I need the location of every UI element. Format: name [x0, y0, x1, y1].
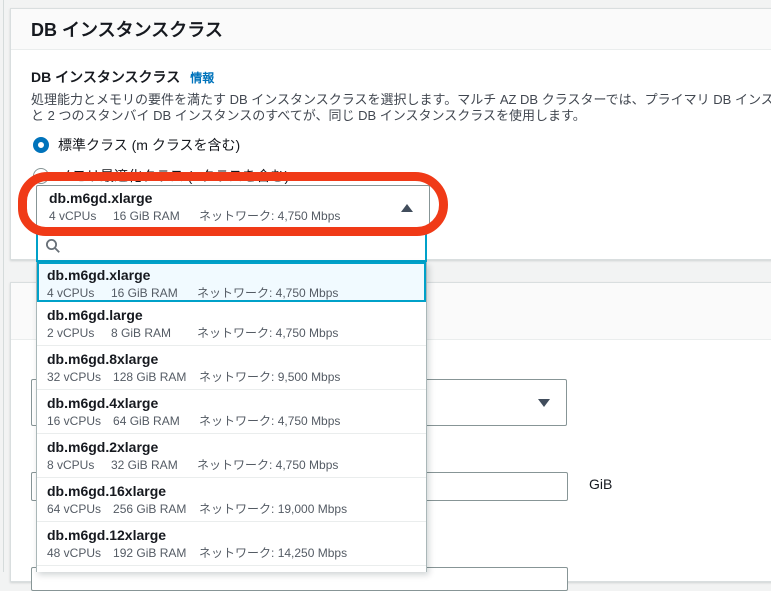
card-body: DB インスタンスクラス 情報 処理能力とメモリの要件を満たす DB インスタン…	[11, 50, 771, 186]
ram-value: 32 GiB RAM	[111, 458, 178, 472]
instance-class-search[interactable]	[36, 229, 427, 262]
radio-button-icon[interactable]	[33, 137, 49, 153]
list-item[interactable]: db.m6gd.2xlarge 8 vCPUs 32 GiB RAM ネットワー…	[37, 434, 426, 478]
instance-name: db.m6gd.16xlarge	[47, 483, 167, 499]
chevron-up-icon	[401, 204, 413, 212]
radio-standard-classes[interactable]: 標準クラス (m クラスを含む)	[31, 135, 759, 155]
network-value: ネットワーク: 4,750 Mbps	[197, 286, 339, 300]
ram-value: 8 GiB RAM	[111, 326, 172, 340]
selected-instance-name: db.m6gd.xlarge	[49, 190, 153, 206]
description-line-1: 処理能力とメモリの要件を満たす DB インスタンスクラスを選択します。マルチ A…	[31, 92, 771, 107]
vcpus-value: 8 vCPUs	[47, 458, 95, 472]
ram-value: 16 GiB RAM	[113, 209, 180, 223]
vcpus-value: 2 vCPUs	[47, 326, 95, 340]
instance-class-search-input[interactable]	[67, 236, 418, 255]
content-pane-edge	[3, 0, 4, 572]
list-item[interactable]: db.m6gd.large 2 vCPUs 8 GiB RAM ネットワーク: …	[37, 302, 426, 346]
ram-value: 256 GiB RAM	[113, 502, 187, 516]
instance-name: db.m6gd.12xlarge	[47, 527, 167, 543]
network-value: ネットワーク: 4,750 Mbps	[199, 209, 341, 223]
network-value: ネットワーク: 4,750 Mbps	[197, 326, 339, 340]
gib-unit-label: GiB	[589, 476, 613, 492]
vcpus-value: 32 vCPUs	[47, 370, 102, 384]
ram-value: 16 GiB RAM	[111, 286, 178, 300]
info-link[interactable]: 情報	[190, 69, 214, 86]
card-title: DB インスタンスクラス	[31, 20, 223, 40]
instance-name: db.m6gd.4xlarge	[47, 395, 159, 411]
radio-memory-optimized-classes[interactable]: メモリ最適化クラス (r クラスを含む)	[31, 166, 759, 186]
vcpus-value: 16 vCPUs	[47, 414, 102, 428]
instance-name: db.m6gd.8xlarge	[47, 351, 159, 367]
search-icon	[46, 238, 60, 253]
instance-specs: 16 vCPUs 64 GiB RAM ネットワーク: 4,750 Mbps	[47, 414, 416, 429]
card-header: DB インスタンスクラス	[11, 9, 771, 50]
field-label: DB インスタンスクラス	[31, 69, 181, 85]
radio-label: メモリ最適化クラス (r クラスを含む)	[58, 168, 290, 184]
instance-class-listbox: db.m6gd.xlarge 4 vCPUs 16 GiB RAM ネットワーク…	[36, 262, 427, 572]
vcpus-value: 48 vCPUs	[47, 546, 102, 560]
network-value: ネットワーク: 4,750 Mbps	[197, 458, 339, 472]
vcpus-value: 4 vCPUs	[47, 286, 95, 300]
vcpus-value: 64 vCPUs	[47, 502, 102, 516]
field-description: 処理能力とメモリの要件を満たす DB インスタンスクラスを選択します。マルチ A…	[31, 92, 771, 124]
instance-specs: 8 vCPUs 32 GiB RAM ネットワーク: 4,750 Mbps	[47, 458, 416, 473]
radio-button-icon[interactable]	[33, 168, 49, 184]
network-value: ネットワーク: 19,000 Mbps	[199, 502, 348, 516]
instance-specs: 4 vCPUs 16 GiB RAM ネットワーク: 4,750 Mbps	[47, 286, 416, 301]
instance-specs: 64 vCPUs 256 GiB RAM ネットワーク: 19,000 Mbps	[47, 502, 416, 517]
network-value: ネットワーク: 14,250 Mbps	[199, 546, 348, 560]
instance-name: db.m6gd.2xlarge	[47, 439, 159, 455]
field-label-row: DB インスタンスクラス 情報	[31, 67, 759, 87]
vcpus-value: 4 vCPUs	[49, 209, 97, 223]
chevron-down-icon	[538, 399, 550, 407]
list-item[interactable]: db.m6gd.12xlarge 48 vCPUs 192 GiB RAM ネッ…	[37, 522, 426, 566]
selected-instance-specs: 4 vCPUs 16 GiB RAM ネットワーク: 4,750 Mbps	[49, 209, 417, 224]
ram-value: 128 GiB RAM	[113, 370, 187, 384]
network-value: ネットワーク: 9,500 Mbps	[199, 370, 341, 384]
ram-value: 192 GiB RAM	[113, 546, 187, 560]
list-item[interactable]: db.m6gd.xlarge 4 vCPUs 16 GiB RAM ネットワーク…	[37, 262, 426, 302]
ram-value: 64 GiB RAM	[113, 414, 180, 428]
instance-specs: 48 vCPUs 192 GiB RAM ネットワーク: 14,250 Mbps	[47, 546, 416, 561]
list-item[interactable]: db.m6gd.4xlarge 16 vCPUs 64 GiB RAM ネットワ…	[37, 390, 426, 434]
instance-specs: 2 vCPUs 8 GiB RAM ネットワーク: 4,750 Mbps	[47, 326, 416, 341]
instance-class-select-trigger[interactable]: db.m6gd.xlarge 4 vCPUs 16 GiB RAM ネットワーク…	[36, 185, 430, 229]
instance-name: db.m6gd.xlarge	[47, 267, 151, 283]
list-item[interactable]: db.m6gd.8xlarge 32 vCPUs 128 GiB RAM ネット…	[37, 346, 426, 390]
network-value: ネットワーク: 4,750 Mbps	[199, 414, 341, 428]
radio-label: 標準クラス (m クラスを含む)	[58, 137, 241, 153]
list-item[interactable]: db.m6gd.16xlarge 64 vCPUs 256 GiB RAM ネッ…	[37, 478, 426, 522]
description-line-2: と 2 つのスタンバイ DB インスタンスのすべてが、同じ DB インスタンスク…	[31, 108, 586, 123]
instance-specs: 32 vCPUs 128 GiB RAM ネットワーク: 9,500 Mbps	[47, 370, 416, 385]
instance-name: db.m6gd.large	[47, 307, 143, 323]
